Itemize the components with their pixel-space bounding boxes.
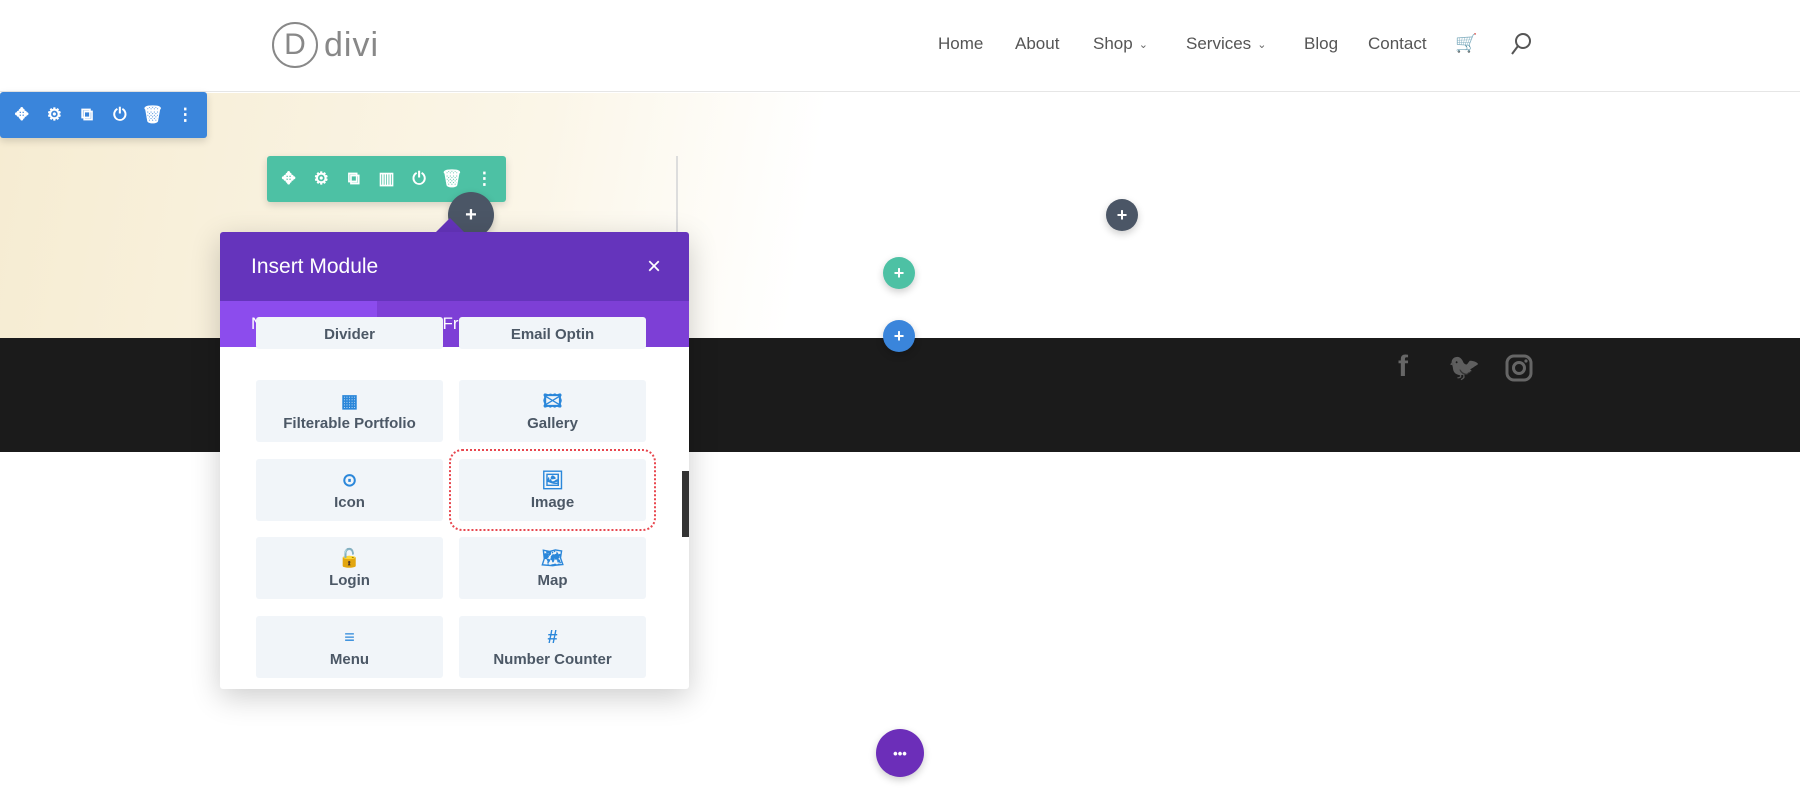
module-divider[interactable]: Divider — [256, 317, 443, 349]
map-icon: 🗺 — [541, 547, 564, 568]
plus-icon: + — [465, 203, 477, 226]
plus-icon: + — [1116, 204, 1128, 225]
gallery-icon: 🖾 — [542, 390, 563, 411]
module-label: Icon — [334, 493, 365, 511]
module-label: Login — [329, 571, 370, 589]
close-icon[interactable]: × — [647, 253, 661, 281]
more-icon[interactable]: ⋮ — [473, 169, 495, 189]
logo-mark: D — [272, 22, 318, 68]
module-label: Filterable Portfolio — [283, 414, 416, 432]
module-label: Number Counter — [493, 650, 612, 668]
power-icon[interactable]: ⏻ — [408, 169, 430, 189]
instagram-icon[interactable] — [1505, 354, 1533, 387]
trash-icon[interactable]: 🗑 — [441, 169, 463, 189]
gear-icon[interactable]: ⚙ — [310, 169, 332, 189]
nav-label: Blog — [1304, 34, 1339, 53]
row-toolbar: ✥ ⚙ ⧉ ⏻ 🗑 ⋮ — [0, 92, 207, 138]
duplicate-icon[interactable]: ⧉ — [76, 105, 98, 125]
module-filterable-portfolio[interactable]: ▦ Filterable Portfolio — [256, 380, 443, 442]
module-number-counter[interactable]: # Number Counter — [459, 616, 646, 678]
module-menu[interactable]: ≡ Menu — [256, 616, 443, 678]
chevron-down-icon: ⌄ — [1257, 38, 1267, 51]
gear-icon[interactable]: ⚙ — [43, 105, 65, 125]
hash-icon: # — [547, 626, 558, 647]
add-section-button[interactable]: + — [883, 320, 915, 352]
module-icon[interactable]: ⊙ Icon — [256, 459, 443, 521]
more-icon[interactable]: ⋮ — [174, 105, 196, 125]
module-image[interactable]: 🖼 Image — [449, 449, 656, 531]
columns-icon[interactable]: ▥ — [376, 169, 398, 189]
nav-home[interactable]: Home — [938, 34, 983, 54]
icon-icon: ⊙ — [341, 469, 358, 490]
module-email-optin[interactable]: Email Optin — [459, 317, 646, 349]
module-label: Gallery — [527, 414, 578, 432]
image-icon: 🖼 — [541, 469, 564, 490]
trash-icon[interactable]: 🗑 — [142, 105, 164, 125]
module-label: Email Optin — [510, 326, 595, 343]
module-label: Divider — [324, 326, 375, 343]
scrollbar[interactable] — [682, 471, 689, 537]
plus-icon: + — [893, 325, 905, 346]
power-icon[interactable]: ⏻ — [109, 105, 131, 125]
nav-about[interactable]: About — [1015, 34, 1059, 54]
move-icon[interactable]: ✥ — [278, 169, 300, 189]
logo[interactable]: D divi — [272, 22, 379, 68]
twitter-icon[interactable]: 🐦 — [1448, 352, 1480, 383]
nav-label: Services — [1186, 34, 1252, 53]
module-map[interactable]: 🗺 Map — [459, 537, 646, 599]
nav-shop[interactable]: Shop ⌄ — [1093, 34, 1148, 54]
modal-header: Insert Module × — [220, 232, 689, 301]
page-settings-button[interactable]: ••• — [876, 729, 924, 777]
module-label: Map — [537, 571, 568, 589]
lock-icon: 🔓 — [338, 547, 361, 568]
nav-services[interactable]: Services ⌄ — [1186, 34, 1266, 54]
nav-label: Home — [938, 34, 984, 53]
modal-pointer — [436, 218, 464, 232]
nav-label: Contact — [1368, 34, 1427, 53]
modal-title: Insert Module — [251, 254, 379, 278]
facebook-icon[interactable]: f — [1398, 350, 1408, 384]
add-module-button-col2[interactable]: + — [1106, 199, 1138, 231]
module-label: Menu — [329, 650, 370, 668]
plus-icon: + — [893, 262, 905, 283]
cart-icon[interactable]: 🛒 — [1455, 33, 1477, 54]
module-gallery[interactable]: 🖾 Gallery — [459, 380, 646, 442]
portfolio-icon: ▦ — [340, 390, 358, 411]
nav-contact[interactable]: Contact — [1368, 34, 1427, 54]
nav-label: About — [1015, 34, 1060, 53]
menu-icon: ≡ — [344, 626, 355, 647]
logo-text: divi — [324, 25, 380, 64]
duplicate-icon[interactable]: ⧉ — [343, 169, 365, 189]
add-row-button[interactable]: + — [883, 257, 915, 289]
nav-label: Shop — [1093, 34, 1133, 53]
move-icon[interactable]: ✥ — [11, 105, 33, 125]
search-icon[interactable] — [1510, 32, 1532, 56]
insert-module-modal: Insert Module × New Module Add From Libr… — [220, 232, 689, 689]
more-icon: ••• — [893, 745, 907, 761]
module-login[interactable]: 🔓 Login — [256, 537, 443, 599]
module-label: Image — [530, 493, 575, 511]
chevron-down-icon: ⌄ — [1138, 38, 1148, 51]
nav-blog[interactable]: Blog — [1304, 34, 1338, 54]
